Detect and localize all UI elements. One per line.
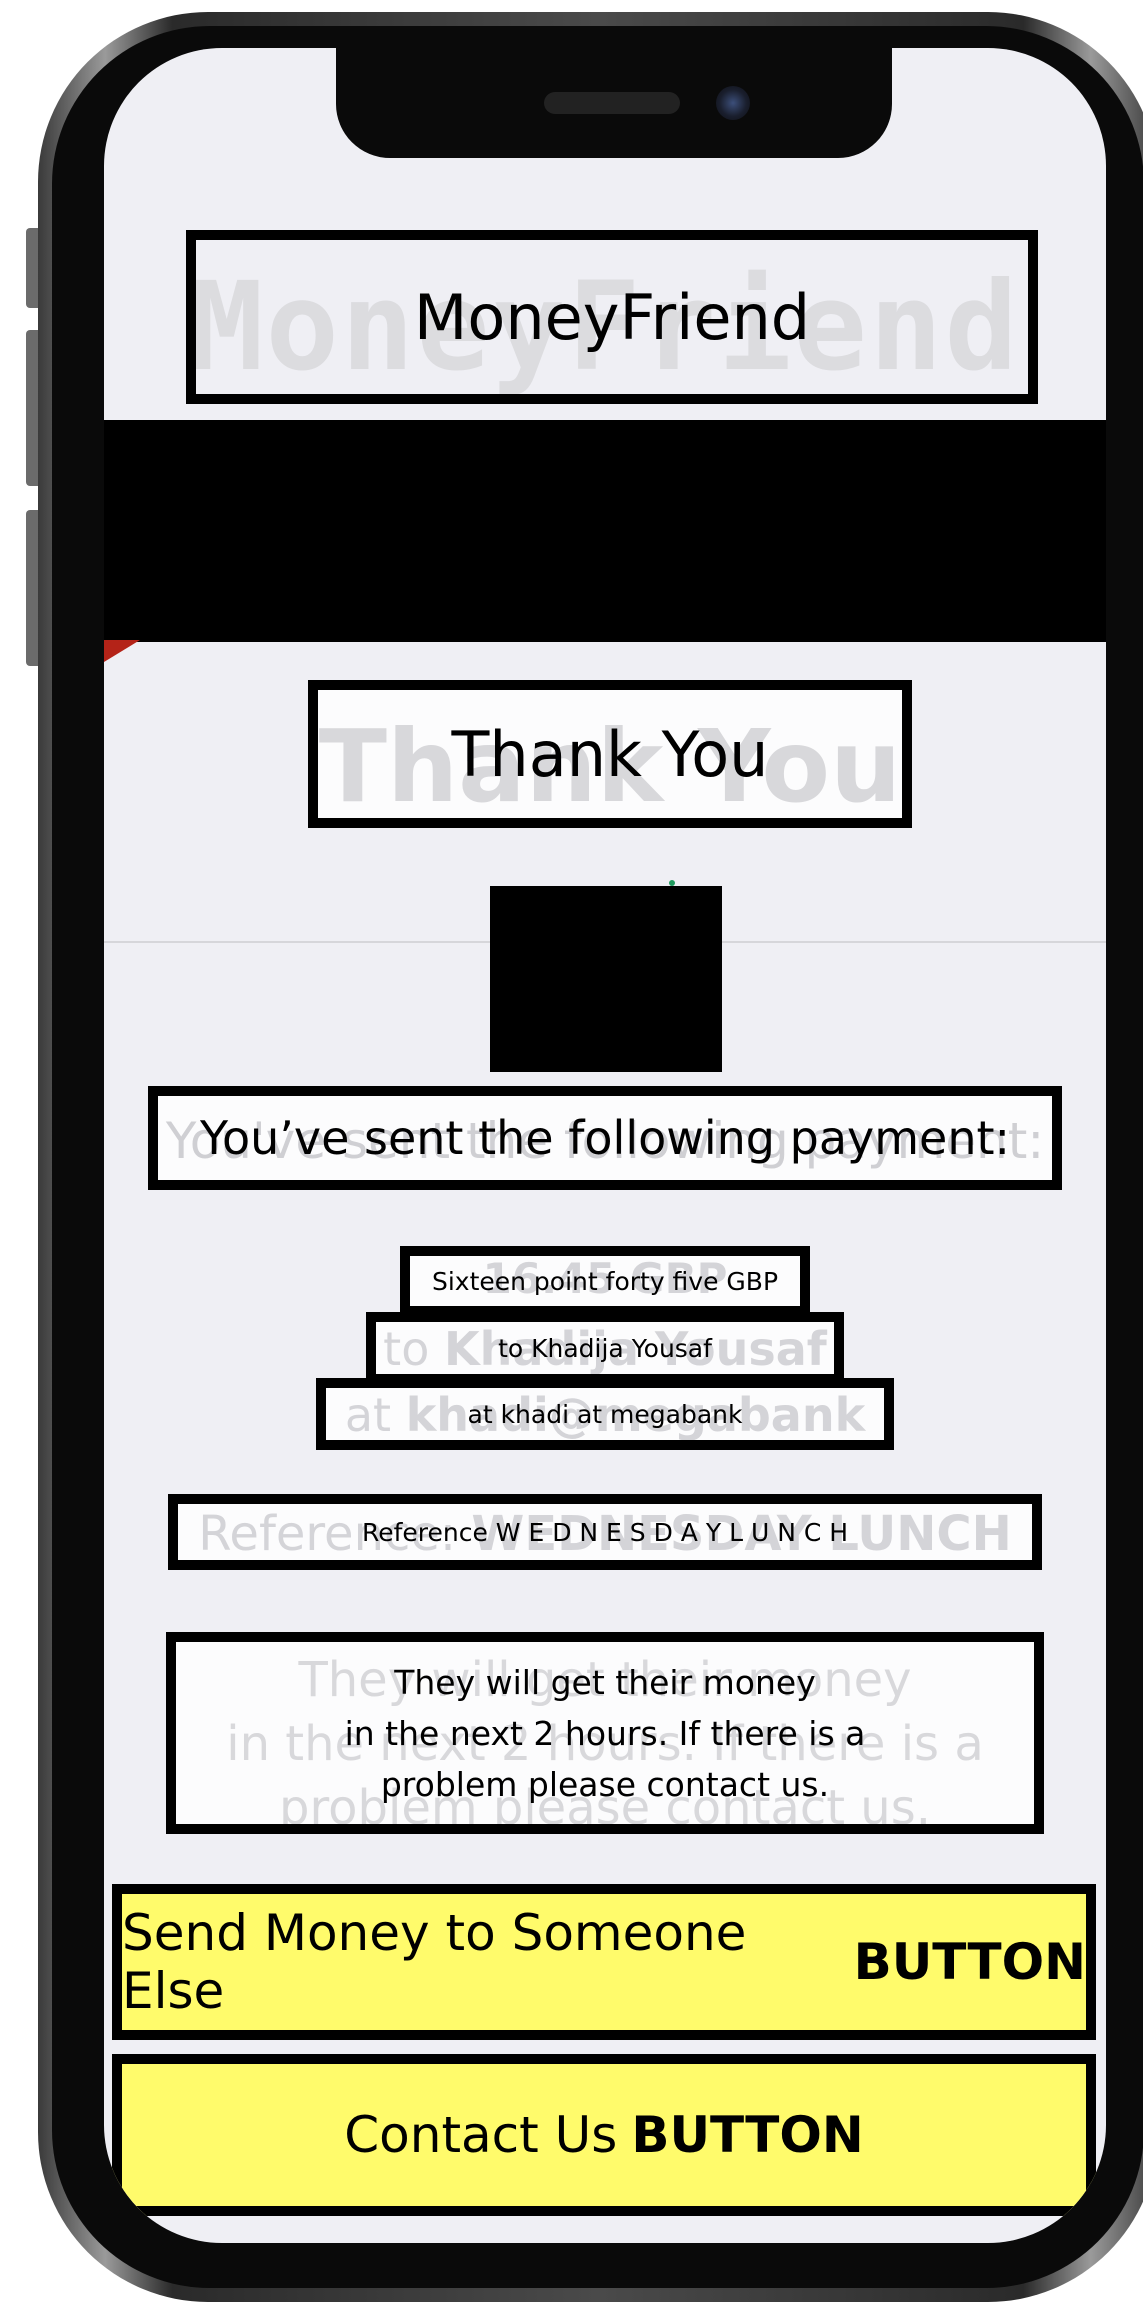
black-banner xyxy=(104,420,1106,642)
recipient-box: to Khadija Yousaf to Khadija Yousaf xyxy=(366,1312,844,1384)
phone-screen: MoneyFriend MoneyFriend Thank You Thank … xyxy=(104,48,1106,2243)
speaker-grille xyxy=(544,92,680,114)
red-corner-mark xyxy=(104,640,140,662)
delivery-notice: They will get their money in the next 2 … xyxy=(166,1632,1044,1834)
app-title-label: MoneyFriend xyxy=(413,280,811,354)
reference-box: Reference: WEDNESDAY LUNCH Reference W E… xyxy=(168,1494,1042,1570)
phone-notch xyxy=(336,48,892,158)
payment-sent-heading: You've sent the following payment: You’v… xyxy=(148,1086,1062,1190)
send-money-again-button[interactable]: Send Money to Someone Else BUTTON xyxy=(112,1884,1096,2040)
amount-label: Sixteen point forty five GBP xyxy=(431,1266,779,1296)
recipient-label: to Khadija Yousaf xyxy=(498,1333,712,1363)
payment-sent-label: You’ve sent the following payment: xyxy=(199,1111,1011,1165)
recipient-ghost-prefix: to xyxy=(383,1322,430,1376)
notice-text: They will get their money in the next 2 … xyxy=(345,1657,866,1810)
thank-you-label: Thank You xyxy=(451,717,769,791)
app-title: MoneyFriend xyxy=(186,230,1038,404)
notice-line-1: They will get their money xyxy=(394,1662,816,1702)
green-dot xyxy=(669,880,675,886)
email-ghost-prefix: at xyxy=(344,1388,392,1442)
email-box: at khadi@megabank at khadi at megabank xyxy=(316,1378,894,1450)
email-label: at khadi at megabank xyxy=(467,1399,743,1429)
notice-line-2: in the next 2 hours. If there is a xyxy=(344,1713,866,1753)
send-money-again-label: Send Money to Someone Else xyxy=(122,1904,747,2020)
send-money-again-tag: BUTTON xyxy=(853,1933,1086,1991)
notice-line-3: problem please contact us. xyxy=(380,1764,830,1804)
thank-you-heading: Thank You Thank You xyxy=(308,680,912,828)
confirmation-graphic xyxy=(490,886,722,1072)
reference-label: Reference W E D N E S D A Y L U N C H xyxy=(361,1517,849,1547)
contact-us-label: Contact Us xyxy=(344,2106,618,2164)
amount-box: 16.45 GBP Sixteen point forty five GBP xyxy=(400,1246,810,1316)
front-camera-icon xyxy=(716,86,750,120)
contact-us-tag: BUTTON xyxy=(631,2106,864,2164)
contact-us-button[interactable]: Contact Us BUTTON xyxy=(112,2054,1096,2216)
